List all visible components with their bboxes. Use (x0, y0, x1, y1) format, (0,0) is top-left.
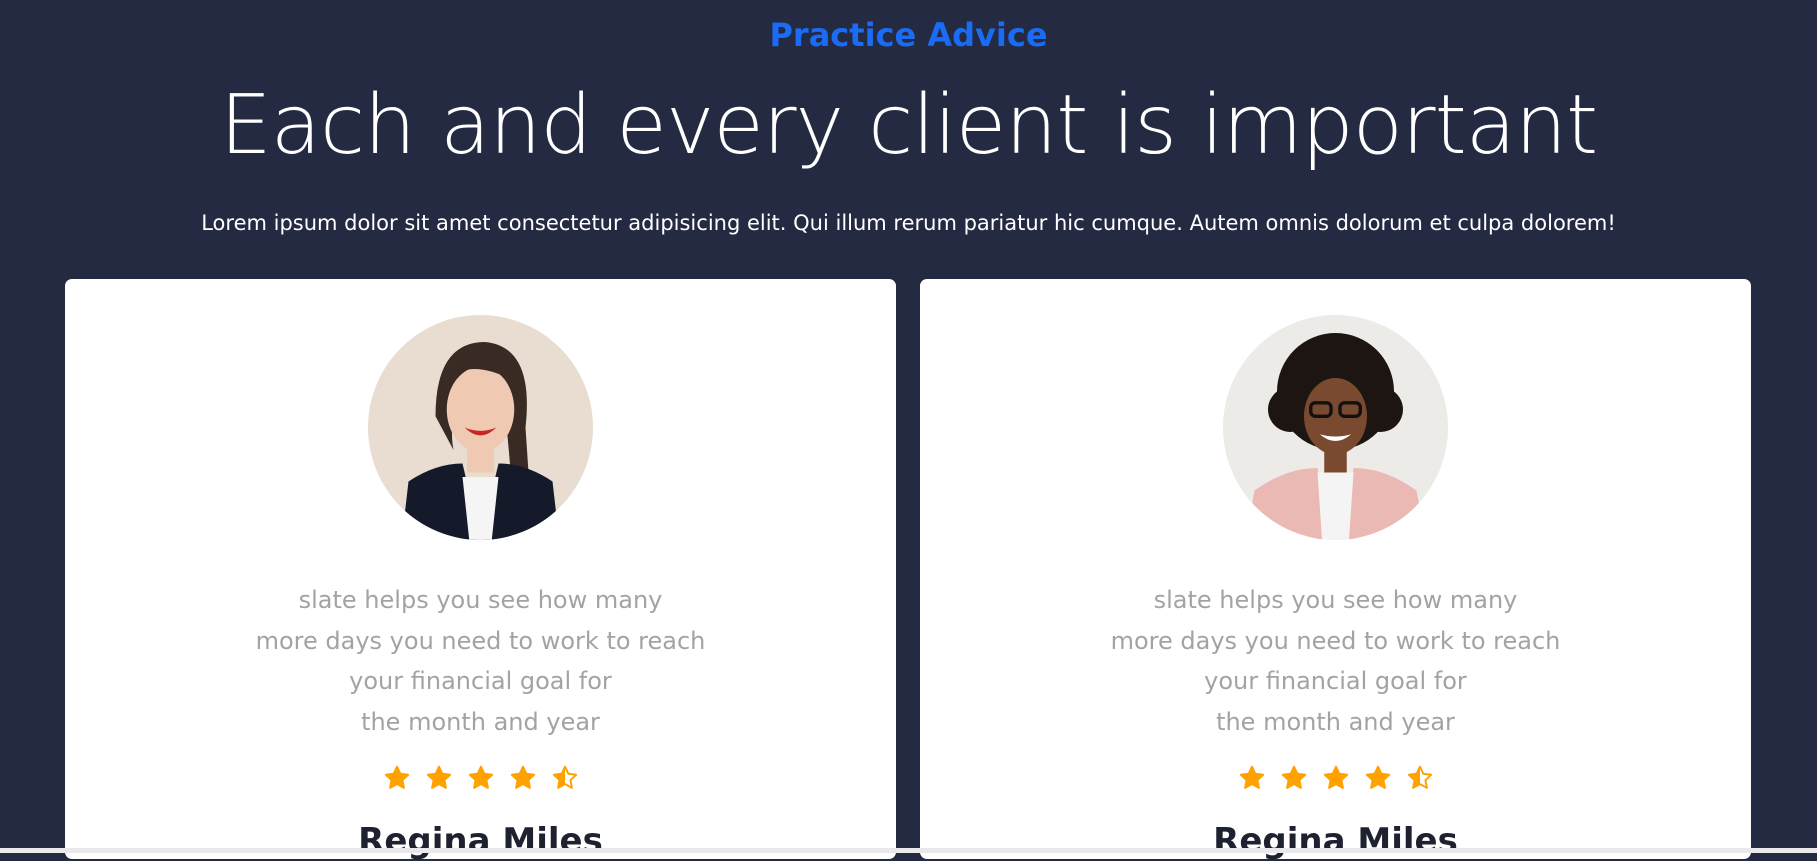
quote-line: more days you need to work to reach (1110, 626, 1561, 655)
client-name: Regina Miles (1213, 821, 1458, 861)
star-rating (65, 765, 896, 795)
star-icon (1365, 765, 1391, 791)
quote-line: more days you need to work to reach (255, 626, 706, 655)
quote-line: the month and year (361, 707, 600, 736)
star-icon (510, 765, 536, 791)
star-icon (426, 765, 452, 791)
testimonial-card: slate helps you see how many more days y… (920, 279, 1751, 861)
section-eyebrow: Practice Advice (769, 16, 1048, 54)
star-icon (1323, 765, 1349, 791)
quote-line: the month and year (1216, 707, 1455, 736)
quote-line: your financial goal for (349, 667, 612, 695)
horizontal-scrollbar[interactable] (0, 848, 1817, 853)
quote-line: slate helps you see how many (298, 586, 663, 614)
avatar-woman-curly-hair-icon (1223, 315, 1448, 540)
client-name: Regina Miles (358, 821, 603, 861)
testimonial-quote: slate helps you see how many more days y… (65, 580, 896, 742)
avatar (368, 315, 593, 540)
star-icon (1239, 765, 1265, 791)
star-icon (384, 765, 410, 791)
star-rating (920, 765, 1751, 795)
star-half-icon (552, 765, 578, 791)
star-icon (1281, 765, 1307, 791)
avatar (1223, 315, 1448, 540)
avatar-woman-dark-hair-icon (368, 315, 593, 540)
quote-line: slate helps you see how many (1153, 586, 1518, 614)
testimonial-quote: slate helps you see how many more days y… (920, 580, 1751, 742)
star-half-icon (1407, 765, 1433, 791)
testimonial-card: slate helps you see how many more days y… (65, 279, 896, 861)
section-title: Each and every client is important (219, 78, 1598, 173)
quote-line: your financial goal for (1204, 667, 1467, 695)
section-lead: Lorem ipsum dolor sit amet consectetur a… (201, 211, 1616, 235)
star-icon (468, 765, 494, 791)
